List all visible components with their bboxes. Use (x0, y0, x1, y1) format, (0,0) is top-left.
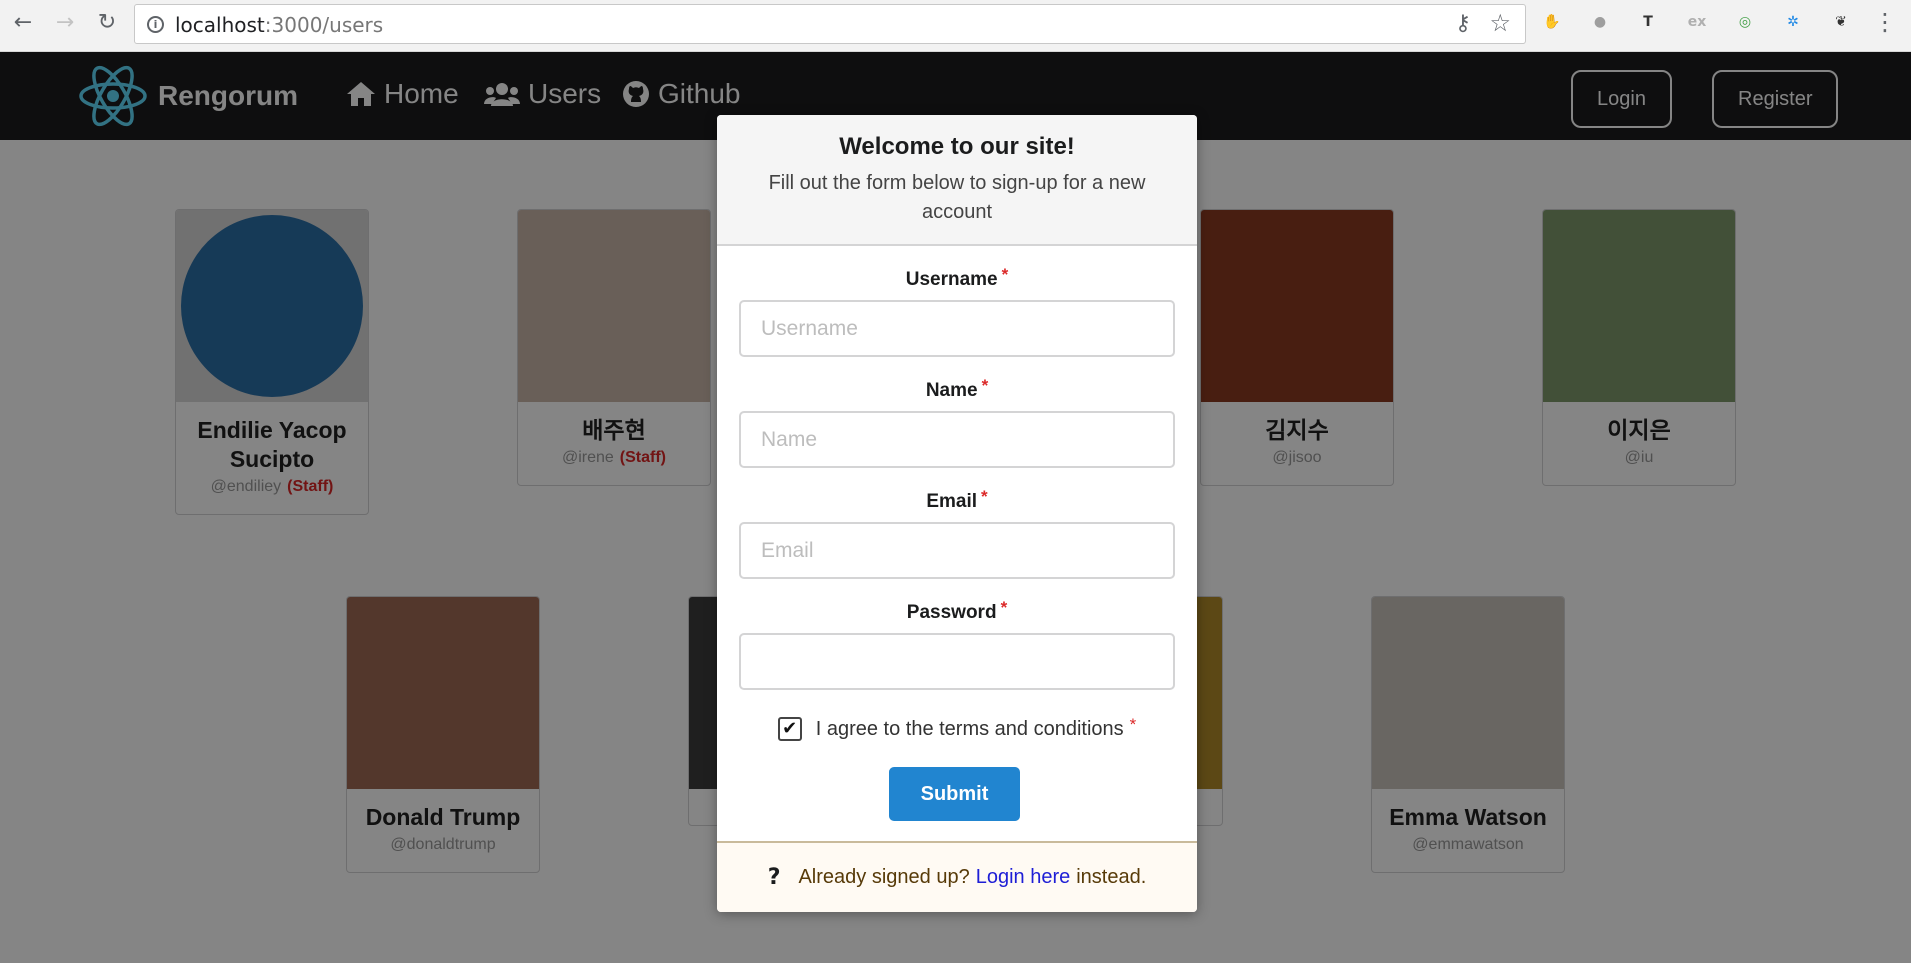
email-field-group: Email * (739, 487, 1175, 579)
signup-modal: Welcome to our site! Fill out the form b… (717, 115, 1197, 912)
cloud-icon[interactable]: ● (1588, 10, 1612, 34)
terms-label[interactable]: I agree to the terms and conditions (816, 718, 1124, 741)
url-host: localhost (175, 13, 265, 37)
password-key-icon[interactable]: ⚷ (1455, 11, 1471, 36)
username-label: Username * (739, 265, 1175, 291)
login-link[interactable]: Login here (976, 866, 1071, 889)
url-text[interactable]: localhost:3000/users (175, 13, 383, 37)
browser-toolbar: ← → ↻ i localhost:3000/users ⚷ ☆ ✋ ● Tex ◎ ✲… (0, 0, 1911, 52)
password-field-group: Password * (739, 598, 1175, 690)
email-input[interactable] (739, 522, 1175, 579)
username-input[interactable] (739, 300, 1175, 357)
adblock-icon[interactable]: ✋ (1540, 10, 1564, 34)
required-mark: * (1001, 265, 1009, 284)
browser-menu-icon[interactable]: ⋮ (1873, 8, 1897, 36)
modal-subtitle: Fill out the form below to sign-up for a… (768, 172, 1146, 223)
modal-footer: ? Already signed up? Login here instead. (717, 841, 1197, 912)
address-bar[interactable]: i localhost:3000/users ⚷ ☆ (134, 4, 1526, 44)
password-label: Password * (739, 598, 1175, 624)
password-input[interactable] (739, 633, 1175, 690)
modal-title: Welcome to our site! (839, 133, 1075, 160)
required-mark: * (1129, 715, 1137, 734)
email-label: Email * (739, 487, 1175, 513)
name-label: Name * (739, 376, 1175, 402)
email-label-text: Email (926, 491, 978, 512)
terms-row: ✔ I agree to the terms and conditions * (717, 715, 1197, 741)
username-field-group: Username * (739, 265, 1175, 357)
terms-checkbox[interactable]: ✔ (777, 717, 802, 741)
name-input[interactable] (739, 411, 1175, 468)
bookmark-star-icon[interactable]: ☆ (1489, 9, 1511, 37)
footer-prefix: Already signed up? (798, 866, 970, 888)
signup-form: Username* Name* Email* Password* (717, 265, 1197, 690)
forward-arrow-icon[interactable]: → (52, 10, 78, 36)
submit-button[interactable]: Submit (889, 767, 1020, 821)
modal-header: Welcome to our site! Fill out the form b… (717, 115, 1197, 246)
brain-icon[interactable]: ❦ (1829, 10, 1853, 34)
font-t-icon[interactable]: T (1636, 10, 1660, 34)
flower-icon[interactable]: ✲ (1781, 10, 1805, 34)
question-icon: ? (767, 865, 781, 890)
ex-icon[interactable]: ex (1685, 10, 1709, 34)
required-mark: * (981, 487, 988, 506)
reload-icon[interactable]: ↻ (94, 10, 120, 36)
checkmark-icon: ✔ (782, 718, 798, 739)
footer-suffix: instead. (1076, 866, 1147, 888)
back-arrow-icon[interactable]: ← (10, 10, 36, 36)
username-label-text: Username (905, 269, 998, 290)
target-icon[interactable]: ◎ (1733, 10, 1757, 34)
url-path: :3000/users (264, 13, 384, 37)
name-field-group: Name * (739, 376, 1175, 468)
required-mark: * (981, 376, 989, 395)
password-label-text: Password (906, 602, 997, 623)
required-mark: * (1000, 598, 1008, 617)
name-label-text: Name (925, 380, 978, 401)
site-info-icon[interactable]: i (147, 16, 164, 33)
